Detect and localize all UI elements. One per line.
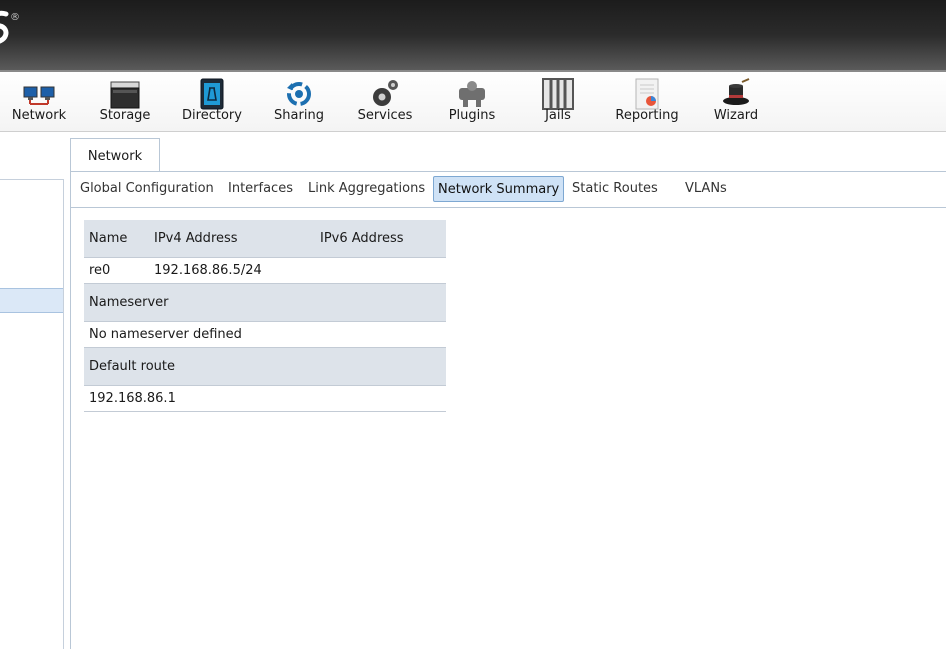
- subtab-interfaces[interactable]: Interfaces: [224, 176, 297, 202]
- toolbar-jails-label: Jails: [545, 108, 571, 123]
- default-route-header: Default route: [89, 359, 175, 374]
- interface-ipv4: 192.168.86.5/24: [154, 263, 262, 278]
- toolbar-network-button[interactable]: Network: [6, 72, 72, 132]
- column-header-ipv4: IPv4 Address: [154, 231, 238, 246]
- toolbar-wizard-label: Wizard: [713, 108, 759, 123]
- table-row: No nameserver defined: [84, 322, 446, 348]
- main-toolbar: Network Storage Directory Sharing Servic…: [0, 72, 946, 132]
- column-header-ipv6: IPv6 Address: [320, 231, 404, 246]
- toolbar-services-button[interactable]: Services: [354, 72, 416, 132]
- toolbar-jails-button[interactable]: Jails: [536, 72, 580, 132]
- nameserver-header-row: Nameserver: [84, 284, 446, 322]
- nameserver-header: Nameserver: [89, 295, 169, 310]
- logo-icon: [0, 10, 9, 44]
- services-icon: [373, 80, 398, 106]
- toolbar-network-label: Network: [11, 108, 67, 123]
- reporting-icon: [635, 78, 659, 110]
- toolbar-storage-label: Storage: [99, 108, 151, 123]
- toolbar-directory-label: Directory: [182, 108, 242, 123]
- network-subtabs: Global Configuration Interfaces Link Agg…: [71, 172, 946, 208]
- sharing-icon: [287, 82, 311, 106]
- interfaces-header-row: Name IPv4 Address IPv6 Address: [84, 220, 446, 258]
- toolbar-plugins-button[interactable]: Plugins: [444, 72, 500, 132]
- toolbar-plugins-label: Plugins: [448, 108, 496, 123]
- table-row: re0 192.168.86.5/24: [84, 258, 446, 284]
- toolbar-wizard-button[interactable]: Wizard: [708, 72, 764, 132]
- column-header-name: Name: [89, 231, 128, 246]
- registered-mark: ®: [10, 12, 20, 23]
- wizard-icon: [723, 78, 750, 105]
- toolbar-sharing-label: Sharing: [274, 108, 324, 123]
- interface-name: re0: [89, 263, 111, 278]
- toolbar-sharing-button[interactable]: Sharing: [270, 72, 328, 132]
- plugins-icon: [459, 81, 485, 107]
- nameserver-value: No nameserver defined: [89, 327, 242, 342]
- subtab-network-summary[interactable]: Network Summary: [433, 176, 565, 202]
- left-nav-panel: [0, 179, 64, 649]
- default-route-header-row: Default route: [84, 348, 446, 386]
- top-header-bar: ®: [0, 0, 946, 72]
- toolbar-directory-button[interactable]: Directory: [178, 72, 246, 132]
- jails-icon: [542, 78, 574, 110]
- left-nav-selected-item[interactable]: [0, 288, 63, 313]
- subtab-static-routes[interactable]: Static Routes: [568, 176, 662, 202]
- subtab-vlans[interactable]: VLANs: [681, 176, 731, 202]
- network-icon: [23, 86, 55, 105]
- subtab-link-aggregations[interactable]: Link Aggregations: [304, 176, 429, 202]
- storage-icon: [110, 81, 140, 109]
- toolbar-services-label: Services: [357, 108, 413, 123]
- default-route-value: 192.168.86.1: [89, 391, 176, 406]
- toolbar-reporting-label: Reporting: [615, 108, 679, 123]
- table-row: 192.168.86.1: [84, 386, 446, 412]
- toolbar-reporting-button[interactable]: Reporting: [612, 72, 682, 132]
- directory-icon: [200, 78, 224, 110]
- toolbar-storage-button[interactable]: Storage: [94, 72, 156, 132]
- tab-network[interactable]: Network: [70, 138, 160, 172]
- subtab-global-configuration[interactable]: Global Configuration: [76, 176, 218, 202]
- network-panel: Global Configuration Interfaces Link Agg…: [70, 171, 946, 649]
- network-summary-table: Name IPv4 Address IPv6 Address re0 192.1…: [84, 220, 446, 412]
